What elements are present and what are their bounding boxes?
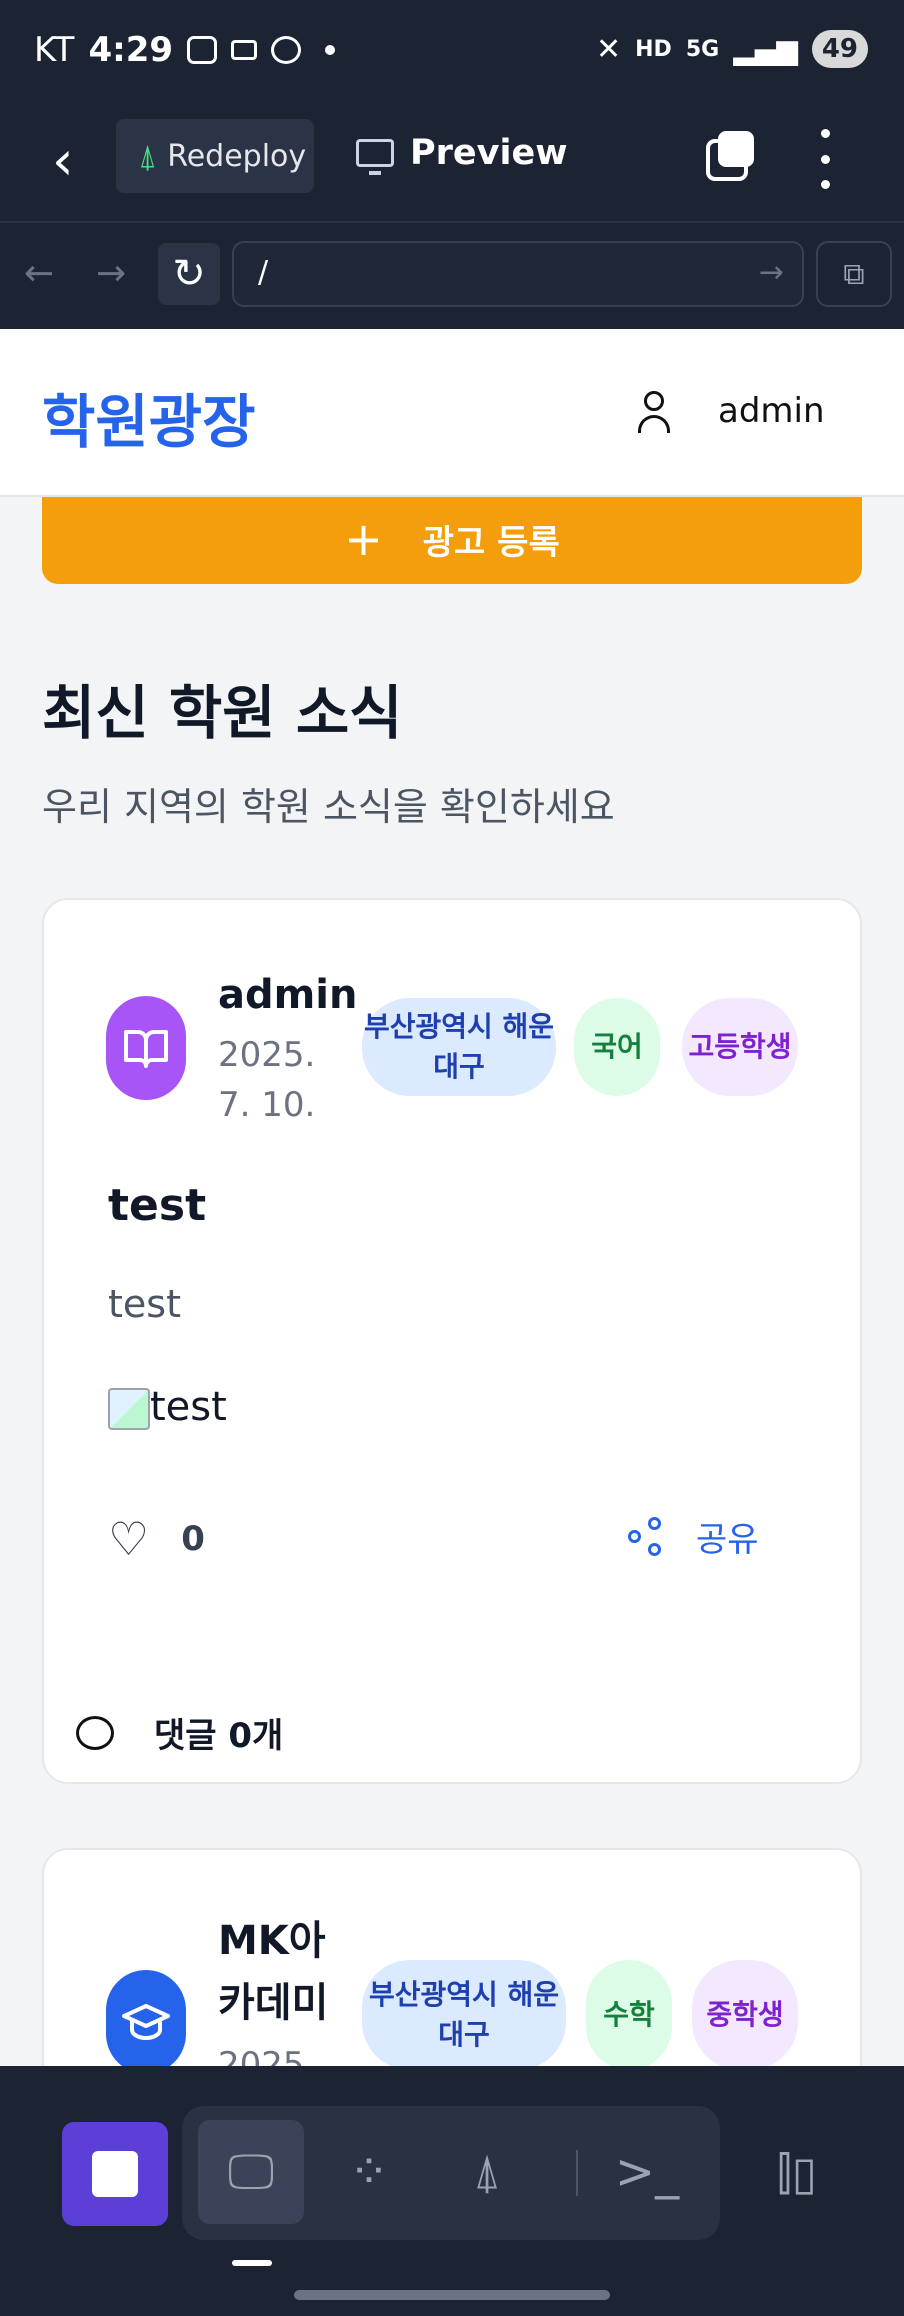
post-image-alt: test (150, 1384, 227, 1430)
nav-forward-arrow-icon[interactable]: → (96, 253, 126, 294)
stop-icon (92, 2151, 138, 2197)
5g-icon: 5G (685, 36, 720, 62)
book-icon (124, 1030, 168, 1068)
kebab-dot (820, 180, 830, 189)
reload-button[interactable]: ↻ (158, 243, 220, 305)
post-date: 2025. 7. 10. (218, 1035, 316, 1125)
share-icon (628, 1516, 668, 1557)
preview-dock-button[interactable]: 🖵 (198, 2120, 304, 2224)
graduation-cap-icon (122, 2004, 170, 2040)
level-tag: 고등학생 (682, 998, 798, 1096)
layout-switch-button[interactable]: ⫿▯ (752, 2122, 842, 2226)
deploy-dock-button[interactable]: ⍋ (434, 2120, 540, 2224)
redeploy-label: Redeploy (167, 138, 307, 174)
status-bar: KT 4:29 ✕ HD 5G ▂▄▆ 49 (0, 0, 904, 105)
more-options-button[interactable] (810, 129, 840, 189)
clock: 4:29 (88, 30, 174, 70)
deploy-icon: ⍋ (472, 2143, 502, 2200)
workflow-dock-button[interactable]: ⁘ (316, 2120, 422, 2224)
back-button[interactable]: ‹ (52, 131, 102, 191)
kebab-dot (820, 154, 830, 164)
section-title: 최신 학원 소식 (42, 679, 403, 747)
dock-tabs: 🖵 ⁘ ⍋ >_ (182, 2106, 720, 2240)
news-card: admin 2025. 7. 10. 부산광역시 해운대구 국어 고등학생 te… (42, 898, 862, 1784)
academy-avatar (106, 996, 186, 1100)
terminal-icon: >_ (614, 2144, 680, 2200)
comments-toggle[interactable]: 댓글 0개 (76, 1708, 283, 1757)
signal-icon: ▂▄▆ (733, 32, 798, 66)
like-button[interactable]: ♡ 0 (108, 1512, 205, 1566)
url-bar: ← → ↻ / → ⧉ (0, 223, 904, 329)
monitor-icon: 🖵 (227, 2143, 275, 2200)
app-toolbar: ‹ ⍋ Redeploy Preview (0, 105, 904, 223)
like-count: 0 (181, 1519, 205, 1559)
academy-avatar (106, 1970, 186, 2074)
active-tab-indicator (232, 2260, 272, 2266)
bottom-dock: 🖵 ⁘ ⍋ >_ ⫿▯ (0, 2066, 904, 2316)
level-tag: 중학생 (692, 1960, 798, 2070)
comment-bubble-icon (76, 1715, 114, 1750)
user-name[interactable]: admin (718, 391, 825, 431)
external-link-icon: ⧉ (843, 256, 865, 292)
carrier-label: KT (34, 30, 75, 70)
url-text: / (258, 255, 269, 290)
panel-layout-icon: ⫿▯ (776, 2146, 818, 2200)
url-input[interactable]: / → (232, 241, 804, 307)
reload-icon: ↻ (172, 251, 206, 297)
post-image: test (108, 1384, 227, 1430)
hd-icon: HD (635, 36, 672, 62)
voicemail-icon (231, 40, 258, 60)
subject-tag: 수학 (586, 1960, 672, 2070)
preview-label: Preview (410, 133, 568, 173)
post-author: admin (218, 972, 358, 1018)
dock-divider (576, 2150, 578, 2196)
more-notifications-dot (325, 45, 336, 55)
comments-label: 댓글 0개 (154, 1716, 284, 1756)
post-body: test (108, 1282, 181, 1326)
region-tag: 부산광역시 해운대구 (362, 998, 556, 1096)
gesture-bar (294, 2290, 610, 2300)
register-ad-label: 광고 등록 (422, 522, 560, 563)
broken-image-icon (108, 1388, 150, 1430)
open-external-button[interactable]: ⧉ (816, 241, 892, 307)
stop-button[interactable] (62, 2122, 168, 2226)
redeploy-button[interactable]: ⍋ Redeploy (116, 119, 314, 193)
nav-back-arrow-icon[interactable]: ← (24, 253, 54, 294)
share-button[interactable]: 공유 (628, 1512, 759, 1561)
register-ad-button[interactable]: + 광고 등록 (42, 482, 862, 584)
tabs-switcher-button[interactable] (706, 131, 756, 181)
plus-icon: + (344, 512, 383, 566)
site-logo[interactable]: 학원광장 (42, 375, 255, 459)
heart-icon: ♡ (108, 1512, 150, 1566)
user-icon[interactable] (636, 391, 672, 435)
share-label: 공유 (696, 1520, 759, 1560)
post-author: MK아카데미 (218, 1918, 329, 2026)
battery-indicator: 49 (811, 30, 868, 68)
mute-icon: ✕ (596, 31, 622, 67)
terminal-dock-button[interactable]: >_ (594, 2120, 700, 2224)
screenshot-icon (187, 36, 218, 64)
kebab-dot (820, 129, 830, 138)
deploy-tree-icon: ⍋ (138, 136, 158, 175)
subject-tag: 국어 (574, 998, 660, 1096)
monitor-icon (356, 139, 394, 175)
region-tag: 부산광역시 해운대구 (362, 1960, 566, 2070)
post-title: test (108, 1180, 207, 1231)
go-arrow-icon[interactable]: → (759, 255, 784, 290)
site-header: 학원광장 admin (0, 329, 904, 497)
nodes-icon: ⁘ (348, 2144, 390, 2200)
app-notification-icon (271, 36, 302, 64)
section-subtitle: 우리 지역의 학원 소식을 확인하세요 (42, 785, 615, 829)
preview-tab[interactable]: Preview (356, 133, 568, 175)
